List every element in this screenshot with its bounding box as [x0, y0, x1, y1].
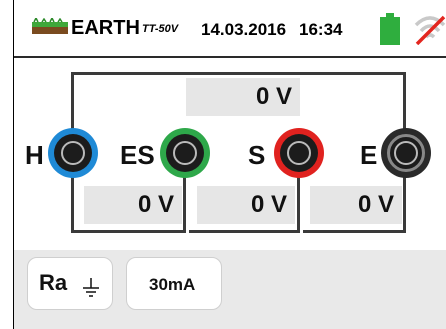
terminal-e-label: E — [360, 140, 378, 170]
terminal-e-jack — [381, 128, 431, 178]
h-vertical-wire — [71, 72, 74, 132]
e-vertical-wire — [403, 72, 406, 132]
status-header: EARTH TT-50V 14.03.2016 16:34 — [14, 3, 446, 56]
terminal-es-label: ES — [120, 140, 155, 170]
s-e-bottom-wire — [303, 230, 406, 233]
date-display: 14.03.2016 — [201, 20, 287, 39]
s-voltage-display: 0 V — [197, 186, 295, 224]
s-down-wire — [297, 175, 300, 233]
earth-ground-icon — [32, 18, 68, 34]
ground-symbol-icon — [83, 278, 99, 297]
mode-title: EARTH — [71, 17, 140, 39]
e-voltage-display: 0 V — [310, 186, 402, 224]
terminal-s-label: S — [248, 140, 266, 170]
top-wire — [71, 72, 406, 75]
e-down-wire — [403, 175, 406, 233]
h-down-wire — [71, 175, 74, 233]
battery-icon — [380, 13, 400, 45]
es-voltage-display: 0 V — [84, 186, 182, 224]
mode-subtitle: TT-50V — [142, 23, 179, 35]
current-30ma-button[interactable]: 30mA — [126, 257, 222, 310]
terminal-h-label: H — [25, 140, 44, 170]
current-label: 30mA — [149, 275, 196, 294]
terminal-es-jack — [160, 128, 210, 178]
es-down-wire — [183, 175, 186, 233]
header-divider — [14, 56, 446, 58]
function-ra-label: Ra — [39, 270, 68, 295]
h-es-bottom-wire — [71, 230, 186, 233]
time-display: 16:34 — [299, 20, 343, 39]
terminal-s-jack — [274, 128, 324, 178]
es-s-bottom-wire — [189, 230, 300, 233]
terminal-h-jack — [48, 128, 98, 178]
top-voltage-display: 0 V — [186, 78, 300, 116]
function-ra-button[interactable]: Ra — [27, 257, 113, 310]
wifi-off-icon — [414, 15, 446, 45]
